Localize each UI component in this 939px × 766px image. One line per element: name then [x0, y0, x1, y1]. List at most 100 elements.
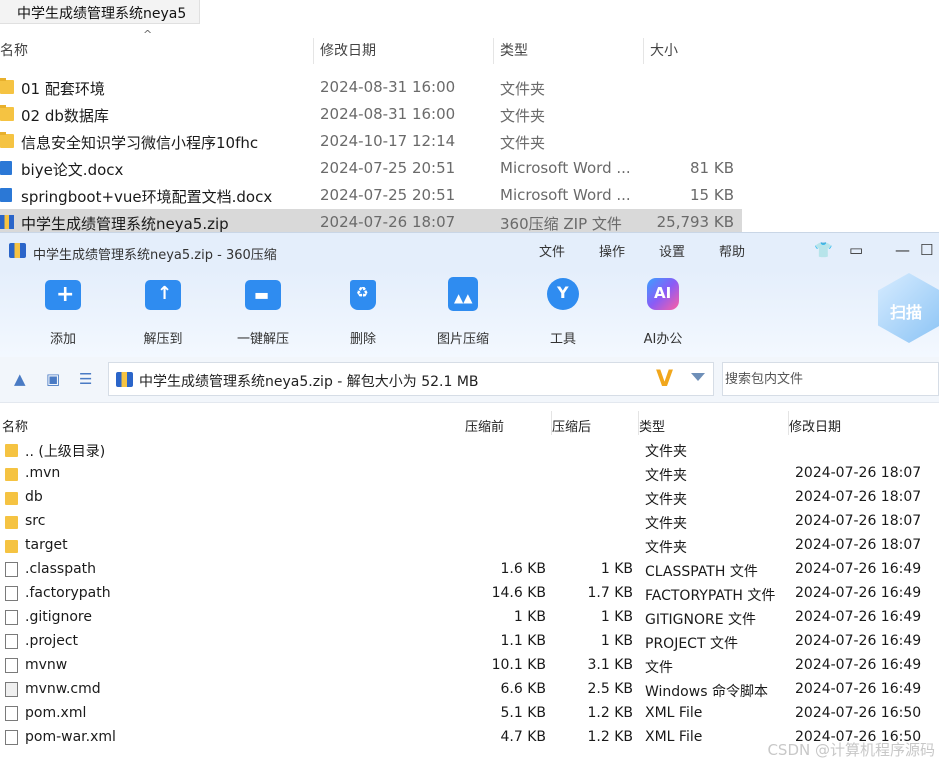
col-size-header[interactable]: 大小: [650, 38, 678, 60]
feedback-icon[interactable]: ▭: [849, 241, 863, 259]
ai-office-icon: AI: [643, 277, 683, 313]
entry-type: 文件夹: [645, 468, 687, 484]
col-before-header[interactable]: 压缩前: [465, 416, 504, 435]
add-button[interactable]: + 添加: [18, 277, 108, 347]
extract-to-button[interactable]: ↑ 解压到: [118, 277, 208, 347]
archive-row[interactable]: .classpath 1.6 KB 1 KB CLASSPATH 文件 2024…: [0, 558, 939, 582]
search-input[interactable]: [723, 363, 928, 395]
image-compress-label: 图片压缩: [436, 332, 489, 347]
maximize-icon[interactable]: ☐: [920, 241, 933, 259]
zip-window: 中学生成绩管理系统neya5.zip - 360压缩 文件 操作 设置 帮助 👕…: [0, 232, 939, 766]
entry-type: 文件夹: [645, 516, 687, 532]
chevron-down-icon[interactable]: [691, 373, 705, 381]
one-click-extract-button[interactable]: ▬ 一键解压: [218, 277, 308, 347]
entry-type: 文件夹: [645, 492, 687, 508]
entry-modified: 2024-07-26 16:50: [795, 705, 922, 721]
file-name: 中学生成绩管理系统neya5.zip: [21, 215, 229, 233]
archive-row[interactable]: mvnw.cmd 6.6 KB 2.5 KB Windows 命令脚本 2024…: [0, 678, 939, 702]
entry-size-after: 1.2 KB: [587, 705, 634, 721]
archive-row[interactable]: target 文件夹 2024-07-26 18:07: [0, 534, 939, 558]
entry-type: FACTORYPATH 文件: [645, 588, 776, 604]
delete-label: 删除: [349, 332, 376, 347]
window-title: 中学生成绩管理系统neya5.zip - 360压缩: [33, 248, 277, 263]
menu-operation[interactable]: 操作: [599, 241, 625, 260]
explorer-row[interactable]: biye论文.docx 2024-07-25 20:51 Microsoft W…: [0, 155, 742, 182]
watermark: CSDN @计算机程序源码: [767, 741, 935, 759]
delete-button[interactable]: ♻ 删除: [318, 277, 408, 347]
archive-row[interactable]: src 文件夹 2024-07-26 18:07: [0, 510, 939, 534]
explorer-row[interactable]: springboot+vue环境配置文档.docx 2024-07-25 20:…: [0, 182, 742, 209]
archive-row[interactable]: .gitignore 1 KB 1 KB GITIGNORE 文件 2024-0…: [0, 606, 939, 630]
entry-type: CLASSPATH 文件: [645, 564, 758, 580]
entry-size-before: 1.1 KB: [500, 633, 547, 649]
entry-name: target: [25, 537, 68, 553]
search-box[interactable]: [722, 362, 939, 396]
archive-row[interactable]: .mvn 文件夹 2024-07-26 18:07: [0, 462, 939, 486]
file-icon: [5, 634, 18, 649]
entry-modified: 2024-07-26 18:07: [795, 465, 922, 481]
thumbnail-view-icon[interactable]: ▣: [46, 370, 60, 388]
entry-name: .mvn: [25, 465, 61, 481]
minimize-icon[interactable]: —: [895, 241, 910, 259]
entry-size-after: 1 KB: [600, 609, 633, 625]
col-modified-header[interactable]: 修改日期: [789, 416, 841, 435]
folder-icon: [5, 492, 18, 505]
explorer-row[interactable]: 02 db数据库 2024-08-31 16:00 文件夹: [0, 101, 742, 128]
column-divider[interactable]: [643, 38, 644, 64]
column-divider[interactable]: [493, 38, 494, 64]
entry-size-before: 10.1 KB: [491, 657, 546, 673]
archive-row[interactable]: mvnw 10.1 KB 3.1 KB 文件 2024-07-26 16:49: [0, 654, 939, 678]
ai-office-label: AI办公: [643, 332, 683, 347]
scan-label: 扫描: [890, 303, 923, 322]
menu-help[interactable]: 帮助: [719, 241, 745, 260]
col-type-header[interactable]: 类型: [500, 38, 528, 60]
file-type: 文件夹: [500, 107, 546, 125]
entry-size-before: 6.6 KB: [500, 681, 547, 697]
entry-type: PROJECT 文件: [645, 636, 738, 652]
v-logo-icon[interactable]: V: [656, 367, 673, 392]
archive-row[interactable]: db 文件夹 2024-07-26 18:07: [0, 486, 939, 510]
list-view-icon[interactable]: ☰: [79, 370, 92, 388]
folder-icon: [5, 468, 18, 481]
file-size: 25,793 KB: [656, 213, 734, 231]
column-divider[interactable]: [313, 38, 314, 64]
archive-path[interactable]: 中学生成绩管理系统neya5.zip - 解包大小为 52.1 MB V: [108, 362, 714, 396]
entry-type: 文件: [645, 660, 673, 676]
menu-file[interactable]: 文件: [539, 241, 565, 260]
entry-size-after: 1.2 KB: [587, 729, 634, 745]
word-doc-icon: [0, 188, 12, 202]
address-bar[interactable]: 中学生成绩管理系统neya5: [0, 0, 200, 24]
explorer-row[interactable]: 信息安全知识学习微信小程序10fhc 2024-10-17 12:14 文件夹: [0, 128, 742, 155]
ai-office-button[interactable]: AI AI办公: [618, 277, 708, 347]
archive-row[interactable]: .. (上级目录) 文件夹: [0, 438, 939, 462]
folder-icon: [5, 516, 18, 529]
entry-type: Windows 命令脚本: [645, 684, 768, 700]
entry-size-after: 3.1 KB: [587, 657, 634, 673]
image-compress-button[interactable]: ▲▲ 图片压缩: [418, 277, 508, 347]
file-icon: [5, 610, 18, 625]
archive-row[interactable]: pom.xml 5.1 KB 1.2 KB XML File 2024-07-2…: [0, 702, 939, 726]
extract-to-label: 解压到: [143, 332, 183, 347]
archive-row[interactable]: .factorypath 14.6 KB 1.7 KB FACTORYPATH …: [0, 582, 939, 606]
folder-icon: [5, 540, 18, 553]
archive-row[interactable]: .project 1.1 KB 1 KB PROJECT 文件 2024-07-…: [0, 630, 939, 654]
entry-type: GITIGNORE 文件: [645, 612, 757, 628]
tools-button[interactable]: Y 工具: [518, 277, 608, 347]
explorer-row[interactable]: 01 配套环境 2024-08-31 16:00 文件夹: [0, 74, 742, 101]
folder-icon: [0, 132, 14, 148]
word-doc-icon: [0, 161, 12, 175]
entry-modified: 2024-07-26 16:49: [795, 633, 922, 649]
col-date-header[interactable]: 修改日期: [320, 38, 376, 60]
add-label: 添加: [49, 332, 76, 347]
zip-archive-icon: [116, 372, 133, 387]
archive-path-text: 中学生成绩管理系统neya5.zip - 解包大小为 52.1 MB: [139, 374, 479, 390]
col-after-header[interactable]: 压缩后: [552, 416, 591, 435]
col-name-header[interactable]: 名称: [0, 38, 28, 60]
menu-settings[interactable]: 设置: [659, 241, 685, 260]
entry-name: .. (上级目录): [25, 444, 106, 460]
skin-icon[interactable]: 👕: [814, 241, 833, 259]
col-type-header[interactable]: 类型: [639, 416, 665, 435]
col-name-header[interactable]: 名称: [2, 416, 28, 435]
up-level-icon[interactable]: ▲: [14, 370, 26, 388]
script-file-icon: [5, 682, 18, 697]
